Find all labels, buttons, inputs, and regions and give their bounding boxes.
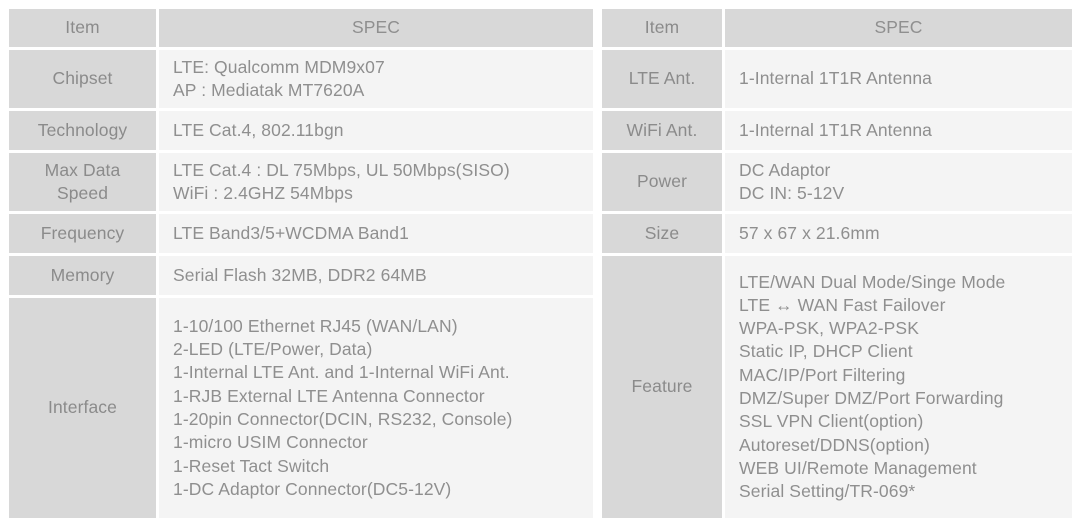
row-spec-technology: LTE Cat.4, 802.11bgn [159,111,593,150]
row-spec-chipset: LTE: Qualcomm MDM9x07 AP : Mediatak MT76… [159,50,593,108]
table-row: Memory Serial Flash 32MB, DDR2 64MB [9,256,593,295]
row-spec-interface: 1-10/100 Ethernet RJ45 (WAN/LAN) 2-LED (… [159,298,593,518]
row-item-size: Size [602,214,722,253]
row-item-technology: Technology [9,111,156,150]
table-row: Max Data Speed LTE Cat.4 : DL 75Mbps, UL… [9,153,593,211]
row-item-lte-ant: LTE Ant. [602,50,722,108]
header-item-left: Item [9,9,156,47]
row-spec-size: 57 x 67 x 21.6mm [725,214,1072,253]
spec-tables-container: Item SPEC Chipset LTE: Qualcomm MDM9x07 … [9,9,1072,518]
table-row: Technology LTE Cat.4, 802.11bgn [9,111,593,150]
row-item-chipset: Chipset [9,50,156,108]
table-row: Frequency LTE Band3/5+WCDMA Band1 [9,214,593,253]
spec-table-right: Item SPEC LTE Ant. 1-Internal 1T1R Anten… [602,9,1072,518]
header-item-right: Item [602,9,722,47]
table-row: Feature LTE/WAN Dual Mode/Singe Mode LTE… [602,256,1072,518]
row-item-max-data-speed: Max Data Speed [9,153,156,211]
table-row: LTE Ant. 1-Internal 1T1R Antenna [602,50,1072,108]
table-row: WiFi Ant. 1-Internal 1T1R Antenna [602,111,1072,150]
row-spec-lte-ant: 1-Internal 1T1R Antenna [725,50,1072,108]
row-spec-power: DC Adaptor DC IN: 5-12V [725,153,1072,211]
header-spec-right: SPEC [725,9,1072,47]
row-spec-feature: LTE/WAN Dual Mode/Singe Mode LTE ↔ WAN F… [725,256,1072,518]
spec-sheet: Item SPEC Chipset LTE: Qualcomm MDM9x07 … [0,0,1089,518]
row-spec-wifi-ant: 1-Internal 1T1R Antenna [725,111,1072,150]
table-header-row-right: Item SPEC [602,9,1072,47]
header-spec-left: SPEC [159,9,593,47]
row-spec-memory: Serial Flash 32MB, DDR2 64MB [159,256,593,295]
row-item-memory: Memory [9,256,156,295]
table-row: Interface 1-10/100 Ethernet RJ45 (WAN/LA… [9,298,593,518]
table-header-row-left: Item SPEC [9,9,593,47]
row-spec-max-data-speed: LTE Cat.4 : DL 75Mbps, UL 50Mbps(SISO) W… [159,153,593,211]
row-item-wifi-ant: WiFi Ant. [602,111,722,150]
spec-table-left: Item SPEC Chipset LTE: Qualcomm MDM9x07 … [9,9,593,518]
table-row: Chipset LTE: Qualcomm MDM9x07 AP : Media… [9,50,593,108]
table-row: Power DC Adaptor DC IN: 5-12V [602,153,1072,211]
row-item-interface: Interface [9,298,156,518]
row-item-frequency: Frequency [9,214,156,253]
row-item-power: Power [602,153,722,211]
table-row: Size 57 x 67 x 21.6mm [602,214,1072,253]
row-item-feature: Feature [602,256,722,518]
row-spec-frequency: LTE Band3/5+WCDMA Band1 [159,214,593,253]
